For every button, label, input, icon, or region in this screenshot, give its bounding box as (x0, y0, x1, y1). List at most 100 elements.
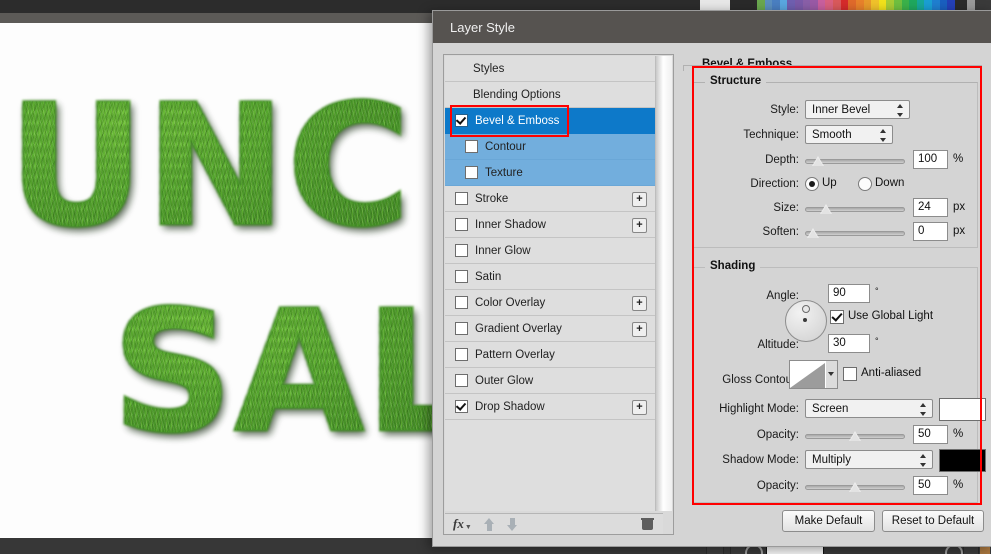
add-effect-instance-icon[interactable]: + (632, 192, 647, 207)
effect-enable-checkbox[interactable] (455, 192, 468, 205)
style-select-value: Inner Bevel (812, 103, 871, 116)
soften-label: Soften: (762, 226, 799, 238)
depth-slider-knob[interactable] (812, 156, 825, 166)
highlight-opacity-slider-knob[interactable] (849, 431, 861, 441)
highlight-opacity-input[interactable]: 50 (913, 425, 948, 444)
style-select[interactable]: Inner Bevel (805, 100, 910, 119)
fx-icon[interactable]: fx (453, 516, 464, 532)
grass-text-line-2-fill: SAL (112, 288, 440, 456)
depth-input[interactable]: 100 (913, 150, 948, 169)
use-global-light-checkbox[interactable] (830, 310, 844, 324)
shadow-opacity-input[interactable]: 50 (913, 476, 948, 495)
anti-aliased-label: Anti-aliased (861, 367, 922, 379)
add-effect-instance-icon[interactable]: + (632, 322, 647, 337)
sidebar-item-label: Blending Options (473, 88, 561, 101)
effect-enable-checkbox[interactable] (455, 400, 468, 413)
gloss-contour-preview[interactable] (789, 360, 828, 389)
highlight-mode-spinner-icon[interactable] (920, 403, 927, 416)
arrow-down-icon[interactable] (506, 517, 518, 531)
highlight-mode-select[interactable]: Screen (805, 399, 933, 418)
size-slider-knob[interactable] (819, 204, 832, 214)
dialog-title: Layer Style (450, 19, 516, 35)
add-effect-instance-icon[interactable]: + (632, 400, 647, 415)
reset-to-default-button[interactable]: Reset to Default (882, 510, 984, 532)
effect-enable-checkbox[interactable] (465, 140, 478, 153)
screen-root: UNC UNC SAL SAL (0, 0, 991, 554)
panel-heading-tick (683, 65, 684, 71)
highlight-color-swatch[interactable] (939, 398, 986, 421)
shadow-mode-spinner-icon[interactable] (920, 454, 927, 467)
depth-unit: % (953, 153, 964, 165)
technique-spinner-icon[interactable] (880, 129, 887, 142)
add-effect-instance-icon[interactable]: + (632, 296, 647, 311)
effects-list-scrollbar[interactable] (655, 56, 672, 511)
arrow-up-icon[interactable] (483, 517, 495, 531)
style-spinner-icon[interactable] (897, 104, 904, 117)
shadow-mode-label: Shadow Mode: (722, 454, 799, 466)
soften-slider-knob[interactable] (806, 228, 819, 238)
sidebar-item-stroke[interactable]: Stroke + (445, 186, 655, 212)
shadow-opacity-slider-knob[interactable] (849, 482, 861, 492)
shadow-color-swatch[interactable] (939, 449, 986, 472)
angle-label: Angle: (766, 290, 799, 302)
effects-list-panel: Styles Blending Options Bevel & Emboss Cont… (443, 54, 674, 535)
effect-enable-checkbox[interactable] (455, 322, 468, 335)
effects-list-toolbar: fx ▼ (445, 513, 663, 534)
add-effect-instance-icon[interactable]: + (632, 218, 647, 233)
shadow-mode-value: Multiply (812, 453, 851, 466)
structure-legend: Structure (705, 75, 767, 87)
technique-select[interactable]: Smooth (805, 125, 893, 144)
effect-enable-checkbox[interactable] (455, 270, 468, 283)
trash-icon[interactable] (641, 517, 654, 530)
shadow-mode-select[interactable]: Multiply (805, 450, 933, 469)
angle-input[interactable]: 90 (828, 284, 870, 303)
sidebar-item-contour[interactable]: Contour (445, 134, 655, 160)
layer-style-dialog: Layer Style Styles Blending Options Bevel … (432, 10, 991, 547)
gloss-contour-dropdown-arrow-icon[interactable] (826, 360, 838, 389)
soften-input[interactable]: 0 (913, 222, 948, 241)
sidebar-item-label: Inner Shadow (475, 218, 546, 231)
shadow-opacity-label: Opacity: (756, 480, 799, 492)
sidebar-item-bevel-emboss[interactable]: Bevel & Emboss (445, 108, 655, 134)
anti-aliased-checkbox[interactable] (843, 367, 857, 381)
soften-slider-track[interactable] (805, 231, 905, 236)
effect-enable-checkbox[interactable] (455, 114, 468, 127)
sidebar-item-texture[interactable]: Texture (445, 160, 655, 186)
sidebar-item-color-overlay[interactable]: Color Overlay + (445, 290, 655, 316)
size-input[interactable]: 24 (913, 198, 948, 217)
direction-up-label: Up (822, 177, 837, 189)
sidebar-item-inner-shadow[interactable]: Inner Shadow + (445, 212, 655, 238)
effect-enable-checkbox[interactable] (455, 348, 468, 361)
effect-enable-checkbox[interactable] (455, 218, 468, 231)
depth-label: Depth: (765, 154, 799, 166)
gloss-contour-label: Gloss Contour: (722, 374, 799, 386)
dialog-titlebar[interactable]: Layer Style (433, 11, 991, 43)
altitude-input[interactable]: 30 (828, 334, 870, 353)
light-angle-dial[interactable] (785, 300, 827, 342)
grass-text-line-2: SAL SAL (110, 287, 440, 458)
chevron-down-icon[interactable]: ▼ (465, 524, 472, 531)
sidebar-item-inner-glow[interactable]: Inner Glow (445, 238, 655, 264)
effect-enable-checkbox[interactable] (465, 166, 478, 179)
effect-enable-checkbox[interactable] (455, 244, 468, 257)
panel-heading-rule (683, 65, 982, 66)
effects-list[interactable]: Styles Blending Options Bevel & Emboss Cont… (445, 56, 655, 511)
sidebar-item-satin[interactable]: Satin (445, 264, 655, 290)
effect-enable-checkbox[interactable] (455, 296, 468, 309)
direction-up-radio[interactable] (805, 177, 819, 191)
light-angle-dial-handle[interactable] (802, 305, 810, 313)
sidebar-item-outer-glow[interactable]: Outer Glow (445, 368, 655, 394)
angle-unit: ° (875, 286, 879, 296)
panel-heading: Bevel & Emboss (697, 58, 798, 70)
sidebar-item-gradient-overlay[interactable]: Gradient Overlay + (445, 316, 655, 342)
direction-down-radio[interactable] (858, 177, 872, 191)
sidebar-item-drop-shadow[interactable]: Drop Shadow + (445, 394, 655, 420)
sidebar-item-blending-options[interactable]: Blending Options (445, 82, 655, 108)
sidebar-item-label: Pattern Overlay (475, 348, 555, 361)
make-default-button[interactable]: Make Default (782, 510, 875, 532)
altitude-label: Altitude: (757, 339, 799, 351)
bevel-emboss-panel: Bevel & Emboss Structure Style: Inner Be… (683, 54, 986, 533)
effect-enable-checkbox[interactable] (455, 374, 468, 387)
sidebar-item-pattern-overlay[interactable]: Pattern Overlay (445, 342, 655, 368)
sidebar-item-styles[interactable]: Styles (445, 56, 655, 82)
